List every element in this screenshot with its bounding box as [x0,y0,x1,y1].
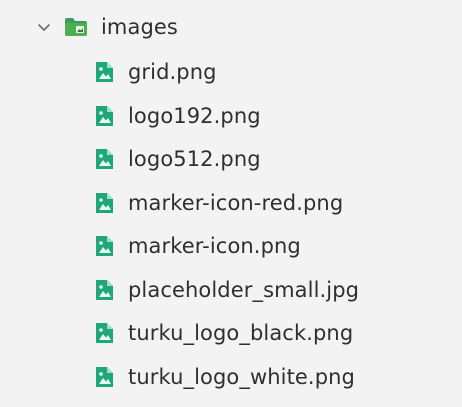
file-row[interactable]: marker-icon.png [94,228,301,264]
file-row[interactable]: logo192.png [94,98,261,134]
image-file-icon [94,105,114,127]
file-name: turku_logo_white.png [128,365,355,389]
file-name: turku_logo_black.png [128,321,354,345]
file-name: logo192.png [128,104,261,128]
folder-name: images [101,15,178,39]
folder-images-row[interactable]: images [34,9,178,45]
file-name: placeholder_small.jpg [128,278,360,302]
file-name: marker-icon.png [128,234,301,258]
file-row[interactable]: marker-icon-red.png [94,185,343,221]
folder-images-icon [64,17,88,37]
file-explorer: images grid.png logo192.png logo512.png … [0,0,462,407]
file-name: logo512.png [128,147,261,171]
file-row[interactable]: turku_logo_black.png [94,315,353,351]
image-file-icon [94,235,114,257]
file-name: grid.png [128,60,217,84]
chevron-down-icon[interactable] [34,17,54,37]
image-file-icon [94,148,114,170]
file-row[interactable]: placeholder_small.jpg [94,272,359,308]
file-row[interactable]: logo512.png [94,141,261,177]
image-file-icon [94,192,114,214]
file-row[interactable]: grid.png [94,54,217,90]
file-name: marker-icon-red.png [128,191,344,215]
image-file-icon [94,61,114,83]
image-file-icon [94,366,114,388]
image-file-icon [94,279,114,301]
image-file-icon [94,322,114,344]
file-row[interactable]: turku_logo_white.png [94,359,355,395]
